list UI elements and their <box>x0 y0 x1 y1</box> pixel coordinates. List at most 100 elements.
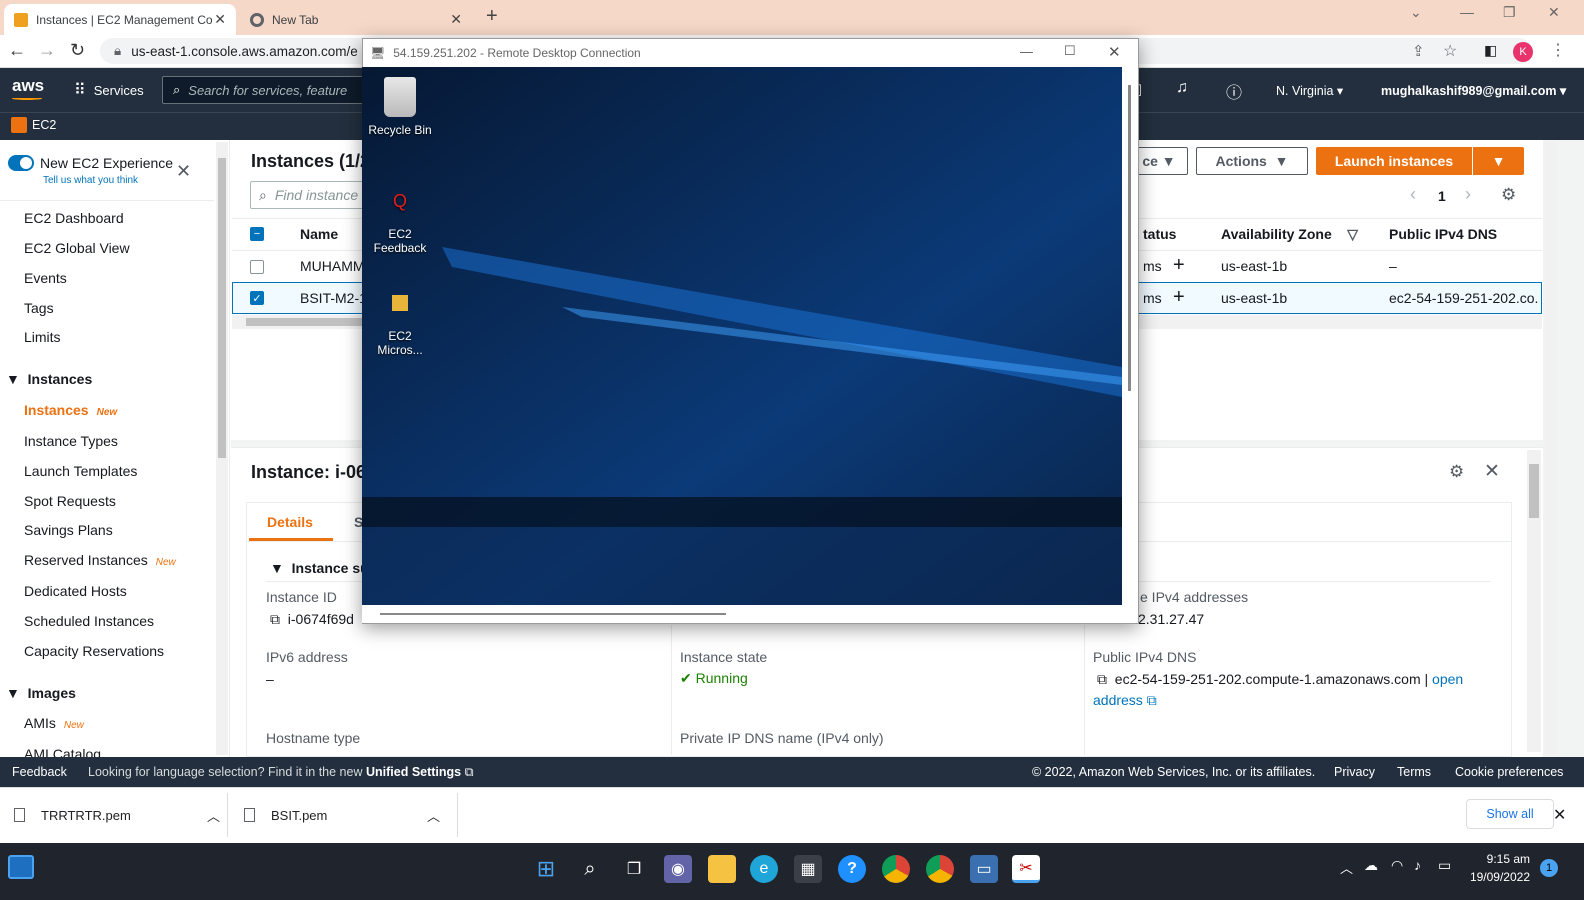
page-number[interactable]: 1 <box>1438 188 1446 204</box>
sidebar-item-instances[interactable]: Instances New <box>24 402 117 418</box>
edge-icon[interactable]: e <box>750 855 778 883</box>
prev-page-icon[interactable]: ‹ <box>1410 184 1416 205</box>
sidebar-item-dedicated-hosts[interactable]: Dedicated Hosts <box>24 583 127 599</box>
next-page-icon[interactable]: › <box>1465 184 1471 205</box>
desktop-peek-icon[interactable] <box>8 855 34 879</box>
feedback-link[interactable]: Tell us what you think <box>43 175 138 186</box>
row-name[interactable]: MUHAMM <box>300 258 365 274</box>
restore-icon[interactable]: ❐ <box>1503 4 1516 21</box>
ec2-service-link[interactable]: EC2 <box>32 118 56 132</box>
column-header-dns[interactable]: Public IPv4 DNS <box>1389 226 1497 242</box>
caret-down-icon[interactable]: ▼ <box>1473 153 1524 169</box>
remote-desktop-area[interactable]: Recycle Bin Q EC2 Feedback EC2 Micros... <box>362 67 1122 605</box>
scroll-thumb[interactable] <box>1529 464 1539 518</box>
onedrive-cloud-icon[interactable]: ☁ <box>1364 857 1378 874</box>
windows-start-icon[interactable]: ⊞ <box>532 855 560 883</box>
settings-gear-icon[interactable]: ⚙ <box>1449 462 1464 482</box>
region-selector[interactable]: N. Virginia ▾ <box>1276 83 1343 98</box>
wifi-icon[interactable]: ◠ <box>1391 857 1403 874</box>
row-checkbox[interactable] <box>250 260 264 274</box>
services-menu[interactable]: ⠿ Services <box>74 80 144 100</box>
rdp-minimize-icon[interactable]: — <box>1020 44 1033 59</box>
sidebar-item-savings-plans[interactable]: Savings Plans <box>24 522 113 538</box>
volume-icon[interactable]: ♪ <box>1414 857 1421 873</box>
show-hidden-icons-icon[interactable]: ︿ <box>1340 858 1353 877</box>
select-all-checkbox[interactable]: − <box>250 227 264 241</box>
sidebar-item-launch-templates[interactable]: Launch Templates <box>24 463 137 479</box>
browser-tab-newtab[interactable]: New Tab ✕ <box>240 4 472 35</box>
scroll-thumb[interactable] <box>246 318 376 326</box>
sidebar-item-tags[interactable]: Tags <box>24 300 54 316</box>
profile-avatar[interactable]: K <box>1513 42 1533 62</box>
tab-details[interactable]: Details <box>267 514 313 530</box>
chrome-icon[interactable] <box>882 855 910 883</box>
download-item[interactable]: BSIT.pem ︿ <box>244 800 444 830</box>
copy-icon[interactable]: ⧉ <box>1097 671 1107 687</box>
privacy-link[interactable]: Privacy <box>1334 765 1375 779</box>
aws-search-input[interactable]: ⌕ Search for services, feature <box>162 76 382 104</box>
sidebar-item-capacity-reservations[interactable]: Capacity Reservations <box>24 643 164 659</box>
new-tab-button[interactable]: + <box>486 5 498 28</box>
add-alarm-icon[interactable]: + <box>1173 254 1185 277</box>
chrome-profile-icon[interactable] <box>926 855 954 883</box>
file-explorer-icon[interactable] <box>708 855 736 883</box>
unified-settings-link[interactable]: Unified Settings <box>366 765 461 779</box>
store-icon[interactable]: ▦ <box>794 855 822 883</box>
help-icon[interactable]: ? <box>838 855 866 883</box>
terms-link[interactable]: Terms <box>1397 765 1431 779</box>
launch-instances-button[interactable]: Launch instances ▼ <box>1316 147 1524 175</box>
close-panel-icon[interactable]: ✕ <box>1484 460 1500 483</box>
rdp-horizontal-scrollbar[interactable] <box>362 605 1122 623</box>
account-menu[interactable]: mughalkashif989@gmail.com ▾ <box>1381 83 1566 98</box>
share-icon[interactable]: ⇪ <box>1412 42 1425 60</box>
row-checkbox[interactable]: ✓ <box>250 291 264 305</box>
instances-filter-input[interactable]: ⌕ Find instance <box>250 181 370 209</box>
download-item[interactable]: TRRTRTR.pem ︿ <box>14 800 224 830</box>
minimize-icon[interactable]: — <box>1460 4 1474 20</box>
close-window-icon[interactable]: ✕ <box>1548 4 1560 21</box>
instance-summary-header[interactable]: ▼ Instance su <box>270 560 369 576</box>
row-name[interactable]: BSIT-M2-1 <box>300 290 367 306</box>
show-all-downloads-button[interactable]: Show all <box>1466 799 1554 829</box>
snipping-tool-icon[interactable]: ✂ <box>1012 855 1040 883</box>
clock-time[interactable]: 9:15 am <box>1474 852 1530 866</box>
sidebar-item-instance-types[interactable]: Instance Types <box>24 433 118 449</box>
close-downloads-icon[interactable]: ✕ <box>1553 805 1566 825</box>
scroll-thumb[interactable] <box>1128 85 1131 391</box>
open-address-link[interactable]: open <box>1432 671 1463 687</box>
desktop-icon-ec2-microsoft[interactable]: EC2 Micros... <box>362 293 438 357</box>
bookmark-star-icon[interactable]: ☆ <box>1443 41 1457 61</box>
menu-kebab-icon[interactable]: ⋮ <box>1550 40 1566 60</box>
desktop-icon-ec2-feedback[interactable]: Q EC2 Feedback <box>362 191 438 255</box>
task-view-icon[interactable]: ❐ <box>620 855 648 883</box>
close-tab-icon[interactable]: ✕ <box>214 11 226 28</box>
chevron-up-icon[interactable]: ︿ <box>427 806 440 825</box>
battery-icon[interactable]: ▭ <box>1438 857 1451 874</box>
rdp-vertical-scrollbar[interactable] <box>1122 67 1138 605</box>
help-icon[interactable]: ⓘ <box>1226 79 1242 103</box>
clock-date[interactable]: 19/09/2022 <box>1466 870 1530 884</box>
remote-desktop-icon[interactable]: ▭ <box>970 855 998 883</box>
sidebar-item-global-view[interactable]: EC2 Global View <box>24 240 130 256</box>
details-scrollbar[interactable] <box>1527 450 1541 752</box>
sidebar-item-limits[interactable]: Limits <box>24 329 61 345</box>
sidebar-item-scheduled-instances[interactable]: Scheduled Instances <box>24 613 154 629</box>
sidebar-item-reserved-instances[interactable]: Reserved Instances New <box>24 552 176 568</box>
sidebar-item-spot-requests[interactable]: Spot Requests <box>24 493 116 509</box>
new-experience-toggle[interactable] <box>8 155 34 171</box>
column-header-status[interactable]: tatus <box>1143 226 1176 242</box>
reload-icon[interactable]: ↻ <box>70 40 85 61</box>
instance-id-value[interactable]: ⧉ i-0674f69d <box>270 611 354 628</box>
actions-button[interactable]: Actions ▼ <box>1196 147 1308 175</box>
copy-icon[interactable]: ⧉ <box>270 611 280 627</box>
cookie-preferences-link[interactable]: Cookie preferences <box>1455 765 1563 779</box>
chat-icon[interactable]: ◉ <box>664 855 692 883</box>
column-header-az[interactable]: Availability Zone ▽ <box>1221 226 1358 243</box>
scroll-thumb[interactable] <box>380 613 726 615</box>
open-address-link-2[interactable]: address ⧉ <box>1093 692 1157 709</box>
rdp-maximize-icon[interactable]: ☐ <box>1064 43 1076 59</box>
back-icon[interactable]: ← <box>8 40 26 61</box>
sidebar-item-amis[interactable]: AMIs New <box>24 715 84 731</box>
sidebar-item-ec2-dashboard[interactable]: EC2 Dashboard <box>24 210 124 226</box>
sidebar-section-images[interactable]: ▼ Images <box>6 685 76 701</box>
